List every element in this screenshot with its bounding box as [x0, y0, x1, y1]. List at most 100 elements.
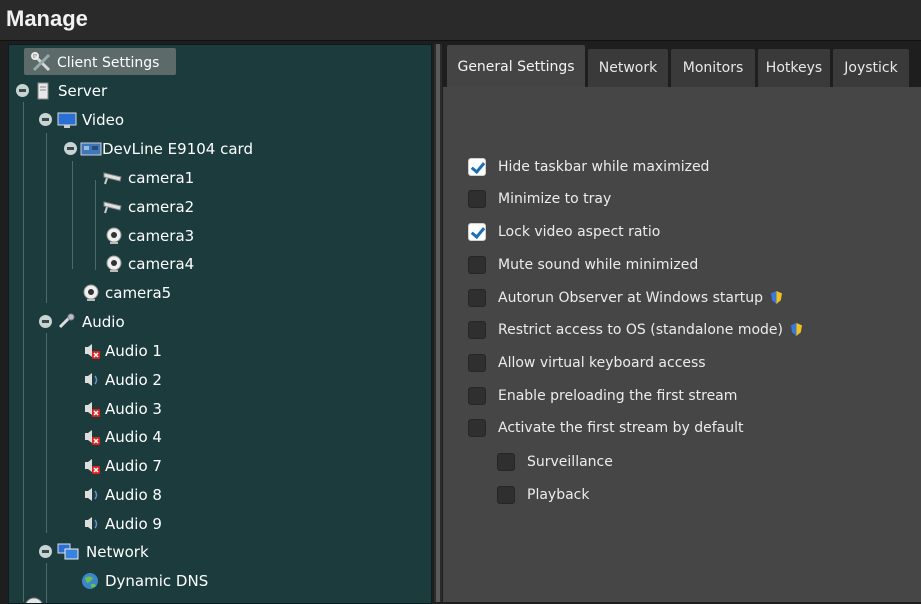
- tree-item-network[interactable]: Network: [9, 539, 209, 565]
- window-title: Manage: [6, 6, 88, 31]
- tree-item-label: Audio 1: [105, 342, 162, 360]
- option-label: Playback: [527, 487, 590, 503]
- tree-item-label: Audio 9: [105, 515, 162, 533]
- window-titlebar: Manage: [0, 0, 921, 41]
- option-label-wrap: Autorun Observer at Windows startup: [498, 287, 782, 309]
- tree-item-audio[interactable]: Audio: [9, 309, 209, 335]
- microphone-icon: [58, 313, 75, 329]
- tree-item-camera2[interactable]: camera2: [9, 194, 249, 220]
- uac-shield-icon: [770, 291, 782, 304]
- option-label: Autorun Observer at Windows startup: [498, 290, 763, 306]
- tree-item-audio1[interactable]: Audio 1: [9, 338, 209, 364]
- tree-item-label: camera4: [128, 255, 195, 273]
- tree-item-label: Video: [82, 111, 125, 129]
- minimize-tray-checkbox[interactable]: [468, 190, 486, 208]
- option-label: Enable preloading the first stream: [498, 388, 738, 404]
- speaker-muted-icon: [85, 459, 100, 474]
- tab-joystick[interactable]: Joystick: [833, 49, 909, 87]
- tree-item-audio3[interactable]: Audio 3: [9, 396, 209, 422]
- tree-item-camera1[interactable]: camera1: [9, 165, 249, 191]
- tree-item-label: camera3: [128, 227, 195, 245]
- playback-checkbox[interactable]: [497, 486, 515, 504]
- tree-item-camera4[interactable]: camera4: [9, 251, 249, 277]
- security-camera-icon: [103, 172, 122, 185]
- partial-tree-item-icon: [25, 597, 43, 603]
- surveillance-checkbox[interactable]: [497, 453, 515, 471]
- speaker-muted-icon: [85, 430, 100, 445]
- general-settings-content: Hide taskbar while maximized Minimize to…: [443, 87, 921, 602]
- tree-item-server[interactable]: Server: [9, 78, 209, 104]
- uac-shield-icon: [790, 323, 802, 336]
- tree-item-label: camera2: [128, 198, 195, 216]
- server-icon: [37, 82, 49, 100]
- activate-stream-checkbox[interactable]: [468, 419, 486, 437]
- tree-item-label: Audio 3: [105, 400, 162, 418]
- tree-item-label: Client Settings: [57, 55, 160, 71]
- settings-panel: General Settings Network Monitors Hotkey…: [443, 44, 921, 602]
- tree-item-label: Audio 8: [105, 486, 162, 504]
- speaker-muted-icon: [85, 402, 100, 417]
- tree-item-client-settings[interactable]: Client Settings: [9, 50, 189, 76]
- capture-card-icon: [80, 142, 102, 156]
- option-label: Lock video aspect ratio: [498, 224, 661, 240]
- tree-item-label: Dynamic DNS: [105, 572, 209, 590]
- option-label: Mute sound while minimized: [498, 257, 699, 273]
- autorun-checkbox[interactable]: [468, 289, 486, 307]
- tree-item-label: DevLine E9104 card: [102, 140, 253, 158]
- option-label: Allow virtual keyboard access: [498, 355, 706, 371]
- collapse-icon[interactable]: [39, 545, 52, 558]
- panel-splitter[interactable]: [434, 44, 442, 602]
- tree-item-label: Network: [86, 543, 149, 561]
- tree-item-label: camera1: [128, 169, 195, 187]
- webcam-icon: [83, 284, 99, 301]
- restrict-os-checkbox[interactable]: [468, 321, 486, 339]
- tab-general-settings[interactable]: General Settings: [447, 45, 585, 87]
- tab-bar: General Settings Network Monitors Hotkey…: [443, 44, 921, 87]
- virtual-keyboard-checkbox[interactable]: [468, 354, 486, 372]
- option-label-wrap: Restrict access to OS (standalone mode): [498, 319, 802, 341]
- mute-sound-checkbox[interactable]: [468, 256, 486, 274]
- option-label: Surveillance: [527, 454, 613, 470]
- tree-item-audio7[interactable]: Audio 7: [9, 453, 209, 479]
- tree-item-label: Server: [58, 82, 108, 100]
- tree-item-label: camera5: [105, 284, 172, 302]
- tools-icon: [31, 52, 51, 72]
- tab-network[interactable]: Network: [588, 49, 668, 87]
- speaker-icon: [85, 373, 98, 386]
- collapse-icon[interactable]: [64, 142, 77, 155]
- option-label: Restrict access to OS (standalone mode): [498, 322, 783, 338]
- tree-item-camera3[interactable]: camera3: [9, 223, 249, 249]
- option-label: Minimize to tray: [498, 191, 612, 207]
- tree-item-label: Audio 4: [105, 428, 162, 446]
- tree-item-label: Audio 2: [105, 371, 162, 389]
- globe-icon: [82, 573, 98, 589]
- speaker-icon: [85, 517, 98, 530]
- option-label: Hide taskbar while maximized: [498, 159, 710, 175]
- tree-item-dynamic-dns[interactable]: Dynamic DNS: [9, 568, 229, 594]
- hide-taskbar-checkbox[interactable]: [468, 158, 486, 176]
- tab-monitors[interactable]: Monitors: [671, 49, 755, 87]
- settings-tree[interactable]: Client Settings Server Video DevLine E91…: [8, 44, 432, 604]
- option-label: Activate the first stream by default: [498, 420, 744, 436]
- tree-item-audio8[interactable]: Audio 8: [9, 482, 209, 508]
- tree-item-label: Audio 7: [105, 457, 162, 475]
- webcam-icon: [106, 227, 122, 244]
- collapse-icon[interactable]: [39, 113, 52, 126]
- tree-item-label: Audio: [82, 313, 125, 331]
- tree-item-audio9[interactable]: Audio 9: [9, 511, 209, 537]
- tab-hotkeys[interactable]: Hotkeys: [758, 49, 830, 87]
- collapse-icon[interactable]: [39, 315, 52, 328]
- tree-item-audio4[interactable]: Audio 4: [9, 424, 209, 450]
- tree-item-video[interactable]: Video: [9, 107, 209, 133]
- monitor-icon: [57, 112, 77, 128]
- tree-item-camera5[interactable]: camera5: [9, 280, 249, 306]
- collapse-icon[interactable]: [16, 84, 29, 97]
- lock-aspect-checkbox[interactable]: [468, 223, 486, 241]
- preload-stream-checkbox[interactable]: [468, 387, 486, 405]
- security-camera-icon: [103, 201, 122, 214]
- webcam-icon: [106, 255, 122, 272]
- tree-item-audio2[interactable]: Audio 2: [9, 367, 209, 393]
- network-computers-icon: [57, 543, 79, 560]
- tree-item-devline-card[interactable]: DevLine E9104 card: [9, 136, 269, 162]
- speaker-icon: [85, 488, 98, 501]
